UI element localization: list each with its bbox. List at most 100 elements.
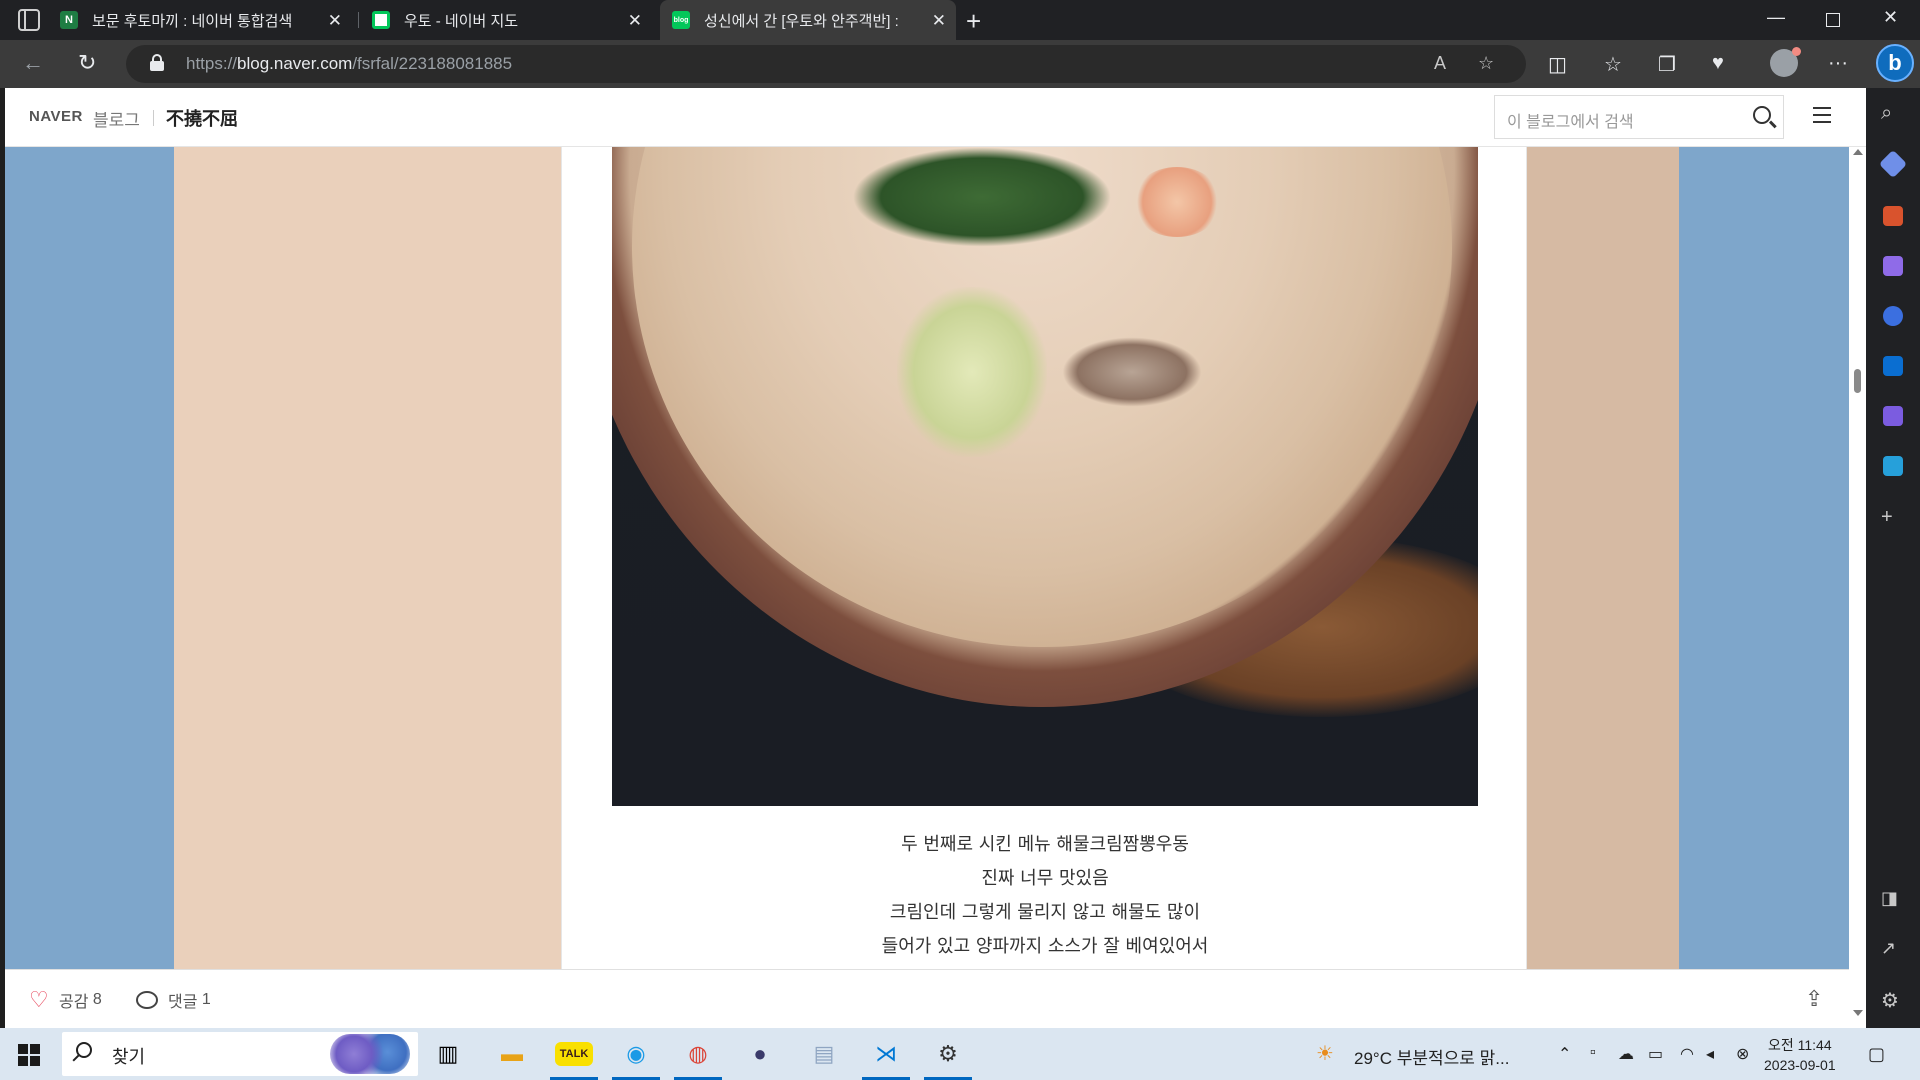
scroll-down-icon[interactable]: [1853, 1010, 1863, 1016]
task-view-icon[interactable]: ▥: [430, 1036, 466, 1072]
search-icon[interactable]: [1753, 106, 1771, 124]
wifi-icon[interactable]: ◠: [1680, 1044, 1694, 1064]
profile-avatar[interactable]: [1770, 47, 1801, 77]
page-viewport: NAVER 블로그 不撓不屈 이 블로그에서 검색 두 번째로 시킨 메뉴 해물…: [5, 88, 1866, 1028]
taskbar-search[interactable]: 찾기: [62, 1032, 418, 1076]
lock-icon[interactable]: [150, 54, 164, 71]
naver-logo[interactable]: NAVER: [29, 108, 83, 125]
favorites-icon[interactable]: ☆: [1604, 52, 1622, 77]
refresh-icon[interactable]: ↻: [78, 50, 96, 76]
map-favicon-icon: [372, 11, 390, 29]
tab-title: 보문 후토마끼 : 네이버 통합검색: [92, 12, 293, 30]
like-label: 공감: [59, 994, 89, 1011]
scroll-up-icon[interactable]: [1853, 149, 1863, 155]
caption-line: 들어가 있고 양파까지 소스가 잘 베여있어서: [881, 936, 1209, 957]
new-tab-icon[interactable]: +: [966, 6, 981, 37]
edge-sidebar: ⌕ + ◨ ↗ ⚙: [1866, 88, 1920, 1028]
minimize-icon[interactable]: —: [1767, 7, 1785, 28]
close-icon[interactable]: ✕: [628, 11, 642, 31]
tab-title: 우토 - 네이버 지도: [404, 12, 519, 30]
outlook-icon[interactable]: [1883, 356, 1903, 376]
comment-label: 댓글: [168, 994, 198, 1011]
like-button[interactable]: ♡ 공감 8: [29, 988, 102, 1012]
split-screen-icon[interactable]: ◫: [1548, 52, 1567, 77]
caption-line: 두 번째로 시킨 메뉴 해물크림짬뽕우동: [901, 834, 1189, 855]
clock-time: 오전 11:44: [1767, 1037, 1832, 1053]
weather-text[interactable]: 29°C 부분적으로 맑...: [1354, 1044, 1509, 1069]
close-icon[interactable]: ✕: [328, 11, 342, 31]
battery-icon[interactable]: ▭: [1648, 1044, 1663, 1064]
skin-background-right: [1679, 147, 1849, 969]
blog-favicon-icon: blog: [672, 11, 690, 29]
onedrive-icon[interactable]: ☁: [1618, 1044, 1634, 1064]
post-content: 두 번째로 시킨 메뉴 해물크림짬뽕우동 진짜 너무 맛있음 크림인데 그렇게 …: [561, 147, 1527, 969]
comment-button[interactable]: 댓글 1: [136, 988, 211, 1012]
hamburger-menu-icon[interactable]: [1813, 107, 1831, 123]
tab-title: 성신에서 간 [우토와 안주객반] :: [704, 12, 899, 30]
toolbar: ← ↻ https://blog.naver.com/fsrfal/223188…: [0, 40, 1920, 88]
bing-copilot-icon[interactable]: b: [1876, 44, 1914, 82]
notepad-icon[interactable]: ▤: [806, 1036, 842, 1072]
windows-start-icon[interactable]: [18, 1044, 40, 1066]
caption-line: 진짜 너무 맛있음: [981, 868, 1109, 889]
close-icon[interactable]: ✕: [932, 11, 946, 31]
tools-briefcase-icon[interactable]: [1883, 206, 1903, 226]
copilot-icon[interactable]: [1883, 306, 1903, 326]
eclipse-icon[interactable]: ●: [742, 1036, 778, 1072]
designer-icon[interactable]: [1883, 406, 1903, 426]
heart-icon: ♡: [29, 987, 49, 1012]
tray-overflow-icon[interactable]: ⌃: [1558, 1044, 1571, 1064]
read-aloud-icon[interactable]: A: [1434, 53, 1446, 74]
tab-actions-icon[interactable]: [18, 9, 40, 31]
scrollbar-thumb[interactable]: [1854, 369, 1861, 393]
chrome-icon[interactable]: ◍: [674, 1036, 722, 1080]
address-bar[interactable]: https://blog.naver.com/fsrfal/2231880818…: [126, 45, 1526, 83]
file-explorer-icon[interactable]: ▬: [494, 1036, 530, 1072]
settings-gear-icon[interactable]: ⚙: [1881, 988, 1899, 1013]
system-clock[interactable]: 오전 11:44 2023-09-01: [1764, 1035, 1836, 1075]
blog-search-input[interactable]: 이 블로그에서 검색: [1494, 95, 1784, 139]
edge-browser-icon[interactable]: ◉: [612, 1036, 660, 1080]
volume-icon[interactable]: ◂: [1706, 1044, 1714, 1064]
window-close-icon[interactable]: ✕: [1883, 7, 1898, 28]
add-sidebar-app-icon[interactable]: +: [1881, 506, 1893, 529]
blog-label[interactable]: 블로그: [93, 106, 140, 131]
vscode-icon[interactable]: ⋊: [862, 1036, 910, 1080]
post-caption: 두 번째로 시킨 메뉴 해물크림짬뽕우동 진짜 너무 맛있음 크림인데 그렇게 …: [562, 828, 1528, 964]
comment-count: 1: [201, 991, 211, 1008]
no-connection-icon[interactable]: ⊗: [1736, 1044, 1749, 1064]
taskbar-search-label: 찾기: [112, 1047, 146, 1067]
page-scrollbar[interactable]: [1849, 147, 1866, 1028]
skin-background-left: [5, 147, 174, 969]
restore-icon[interactable]: [1826, 13, 1840, 27]
blog-title[interactable]: 不撓不屈: [166, 105, 238, 131]
tab-map[interactable]: 우토 - 네이버 지도 ✕: [372, 0, 652, 40]
tab-search[interactable]: N 보문 후토마끼 : 네이버 통합검색 ✕: [60, 0, 352, 40]
meet-now-icon[interactable]: ▫: [1590, 1044, 1596, 1062]
share-icon[interactable]: ⇪: [1805, 986, 1823, 1012]
settings-gear-icon[interactable]: ⚙: [924, 1036, 972, 1080]
weather-icon[interactable]: ☀: [1316, 1041, 1334, 1066]
hide-sidebar-icon[interactable]: ◨: [1881, 888, 1898, 909]
search-placeholder: 이 블로그에서 검색: [1507, 114, 1634, 131]
kakaotalk-icon[interactable]: TALK: [550, 1036, 598, 1080]
more-menu-icon[interactable]: ···: [1828, 52, 1848, 75]
notifications-icon[interactable]: ▢: [1868, 1044, 1885, 1065]
post-photo-seafood-cream-udon[interactable]: [612, 147, 1478, 806]
favorite-star-icon[interactable]: ☆: [1478, 53, 1494, 74]
blog-header: NAVER 블로그 不撓不屈 이 블로그에서 검색: [5, 88, 1866, 147]
shopping-tag-icon[interactable]: [1878, 149, 1908, 179]
url-text[interactable]: https://blog.naver.com/fsrfal/2231880818…: [186, 54, 512, 74]
search-icon: [76, 1042, 92, 1058]
search-icon[interactable]: ⌕: [1881, 102, 1892, 125]
search-highlight-image: [330, 1034, 410, 1074]
back-icon[interactable]: ←: [22, 50, 44, 76]
windows-taskbar: 찾기 ▥ ▬ TALK ◉ ◍ ● ▤ ⋊ ⚙ ☀ 29°C 부분적으로 맑..…: [0, 1028, 1920, 1080]
collections-icon[interactable]: ❐: [1658, 52, 1676, 77]
open-external-icon[interactable]: ↗: [1881, 938, 1896, 959]
drop-send-icon[interactable]: [1883, 456, 1903, 476]
games-icon[interactable]: [1883, 256, 1903, 276]
tab-blog[interactable]: blog 성신에서 간 [우토와 안주객반] : ✕: [660, 0, 956, 40]
browser-essentials-icon[interactable]: ♥: [1712, 52, 1724, 75]
naver-favicon-icon: N: [60, 11, 78, 29]
